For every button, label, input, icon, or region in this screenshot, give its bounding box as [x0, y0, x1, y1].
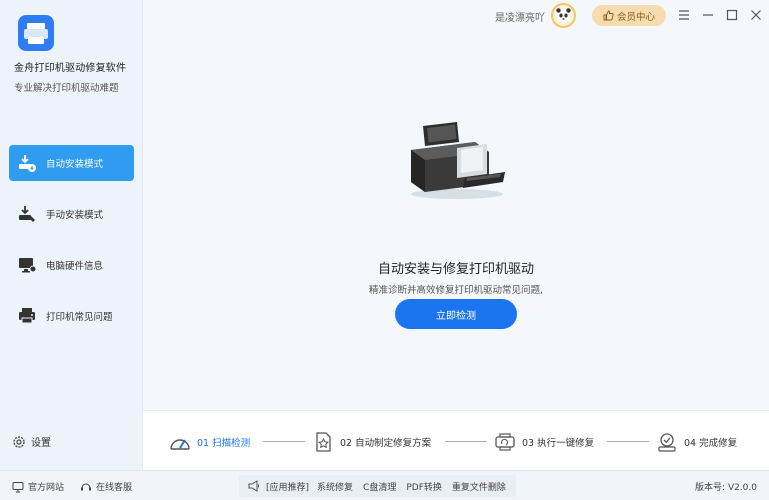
close-icon[interactable]: [749, 8, 763, 22]
recommendation-header: [应用推荐]: [266, 482, 310, 493]
complete-check-icon: [658, 433, 676, 452]
online-support-link[interactable]: 在线客服: [80, 480, 132, 493]
sidebar-item-label: 手动安装模式: [46, 210, 104, 221]
settings-label: 设置: [31, 438, 51, 449]
step-label: 01 扫描检测: [197, 438, 251, 449]
headset-icon: [81, 483, 91, 490]
app-name: 金舟打印机驱动修复软件: [14, 63, 127, 74]
monitor-icon: [12, 481, 24, 492]
monitor-icon: [19, 258, 37, 273]
repair-printer-icon: [495, 433, 515, 451]
step-complete: 04 完成修复: [656, 431, 737, 453]
step-repair: 03 执行一键修复: [494, 431, 594, 453]
avatar[interactable]: [551, 3, 576, 28]
step-label: 02 自动制定修复方案: [340, 438, 432, 449]
official-website-label: 官方网站: [28, 483, 65, 493]
online-support-label: 在线客服: [96, 483, 133, 493]
step-connector: [607, 441, 649, 442]
step-label: 03 执行一键修复: [522, 438, 595, 449]
step-scan: 01 扫描检测: [169, 431, 250, 453]
maximize-icon[interactable]: [725, 8, 739, 22]
app-recommendation-bar: [应用推荐] 系统修复 C盘清理 PDF转换 重复文件删除: [239, 475, 516, 497]
gear-icon: [13, 435, 25, 448]
settings-button[interactable]: 设置: [12, 434, 51, 449]
sidebar-item-manual-install[interactable]: 手动安装模式: [9, 196, 134, 232]
sidebar-item-printer-faq[interactable]: 打印机常见问题: [9, 298, 134, 334]
progress-steps: 01 扫描检测 02 自动制定修复方案 03 执行一键修复 04 完成修复: [143, 410, 769, 470]
manual-install-icon: [19, 206, 35, 222]
recommend-c-drive-clean-link[interactable]: C盘清理: [363, 480, 396, 493]
recommend-system-repair-link[interactable]: 系统修复: [317, 480, 353, 493]
menu-icon[interactable]: [677, 8, 691, 22]
app-logo: [18, 15, 54, 51]
title-bar: 是凌漂亮吖 会员中心: [143, 0, 769, 32]
recommend-duplicate-delete-link[interactable]: 重复文件删除: [452, 480, 506, 493]
vip-label: 会员中心: [616, 11, 655, 23]
main-panel: 自动安装与修复打印机驱动 精准诊断并高效修复打印机驱动常见问题, 享受打印机专家…: [143, 32, 769, 410]
step-connector: [263, 441, 305, 442]
sidebar: 金舟打印机驱动修复软件 专业解决打印机驱动难题 自动安装模式 手动安装模式 电脑…: [0, 0, 143, 470]
thumbs-up-icon: [603, 10, 614, 21]
step-connector: [445, 441, 487, 442]
vip-center-button[interactable]: 会员中心: [592, 5, 666, 26]
panda-avatar-icon: [556, 8, 571, 23]
app-subtitle: 专业解决打印机驱动难题: [14, 83, 119, 94]
description-line: 精准诊断并高效修复打印机驱动常见问题,: [368, 285, 544, 296]
user-name[interactable]: 是凌漂亮吖: [495, 9, 545, 24]
version-label: 版本号: V2.0.0: [695, 483, 757, 493]
step-plan: 02 自动制定修复方案: [312, 431, 431, 453]
main-title: 自动安装与修复打印机驱动: [377, 262, 534, 277]
step-label: 04 完成修复: [684, 438, 738, 449]
footer-bar: 官方网站 在线客服 [应用推荐] 系统修复 C盘清理 PDF转换 重复文件删除 …: [0, 470, 769, 500]
scan-gauge-icon: [170, 439, 190, 450]
plan-star-icon: [316, 432, 331, 452]
sidebar-item-label: 自动安装模式: [46, 159, 104, 170]
sidebar-nav: 自动安装模式 手动安装模式 电脑硬件信息 打印机常见问题: [9, 145, 134, 349]
start-detect-button[interactable]: 立即检测: [395, 299, 517, 329]
recommend-pdf-convert-link[interactable]: PDF转换: [406, 480, 442, 493]
megaphone-icon: [248, 480, 259, 492]
printer-icon: [19, 308, 35, 324]
sidebar-item-label: 电脑硬件信息: [46, 261, 104, 272]
minimize-icon[interactable]: [701, 8, 715, 22]
sidebar-item-label: 打印机常见问题: [46, 312, 113, 323]
sidebar-item-auto-install[interactable]: 自动安装模式: [9, 145, 134, 181]
printer-illustration: [411, 122, 505, 199]
download-install-icon: [19, 155, 36, 172]
sidebar-item-hardware-info[interactable]: 电脑硬件信息: [9, 247, 134, 283]
official-website-link[interactable]: 官方网站: [12, 480, 64, 493]
